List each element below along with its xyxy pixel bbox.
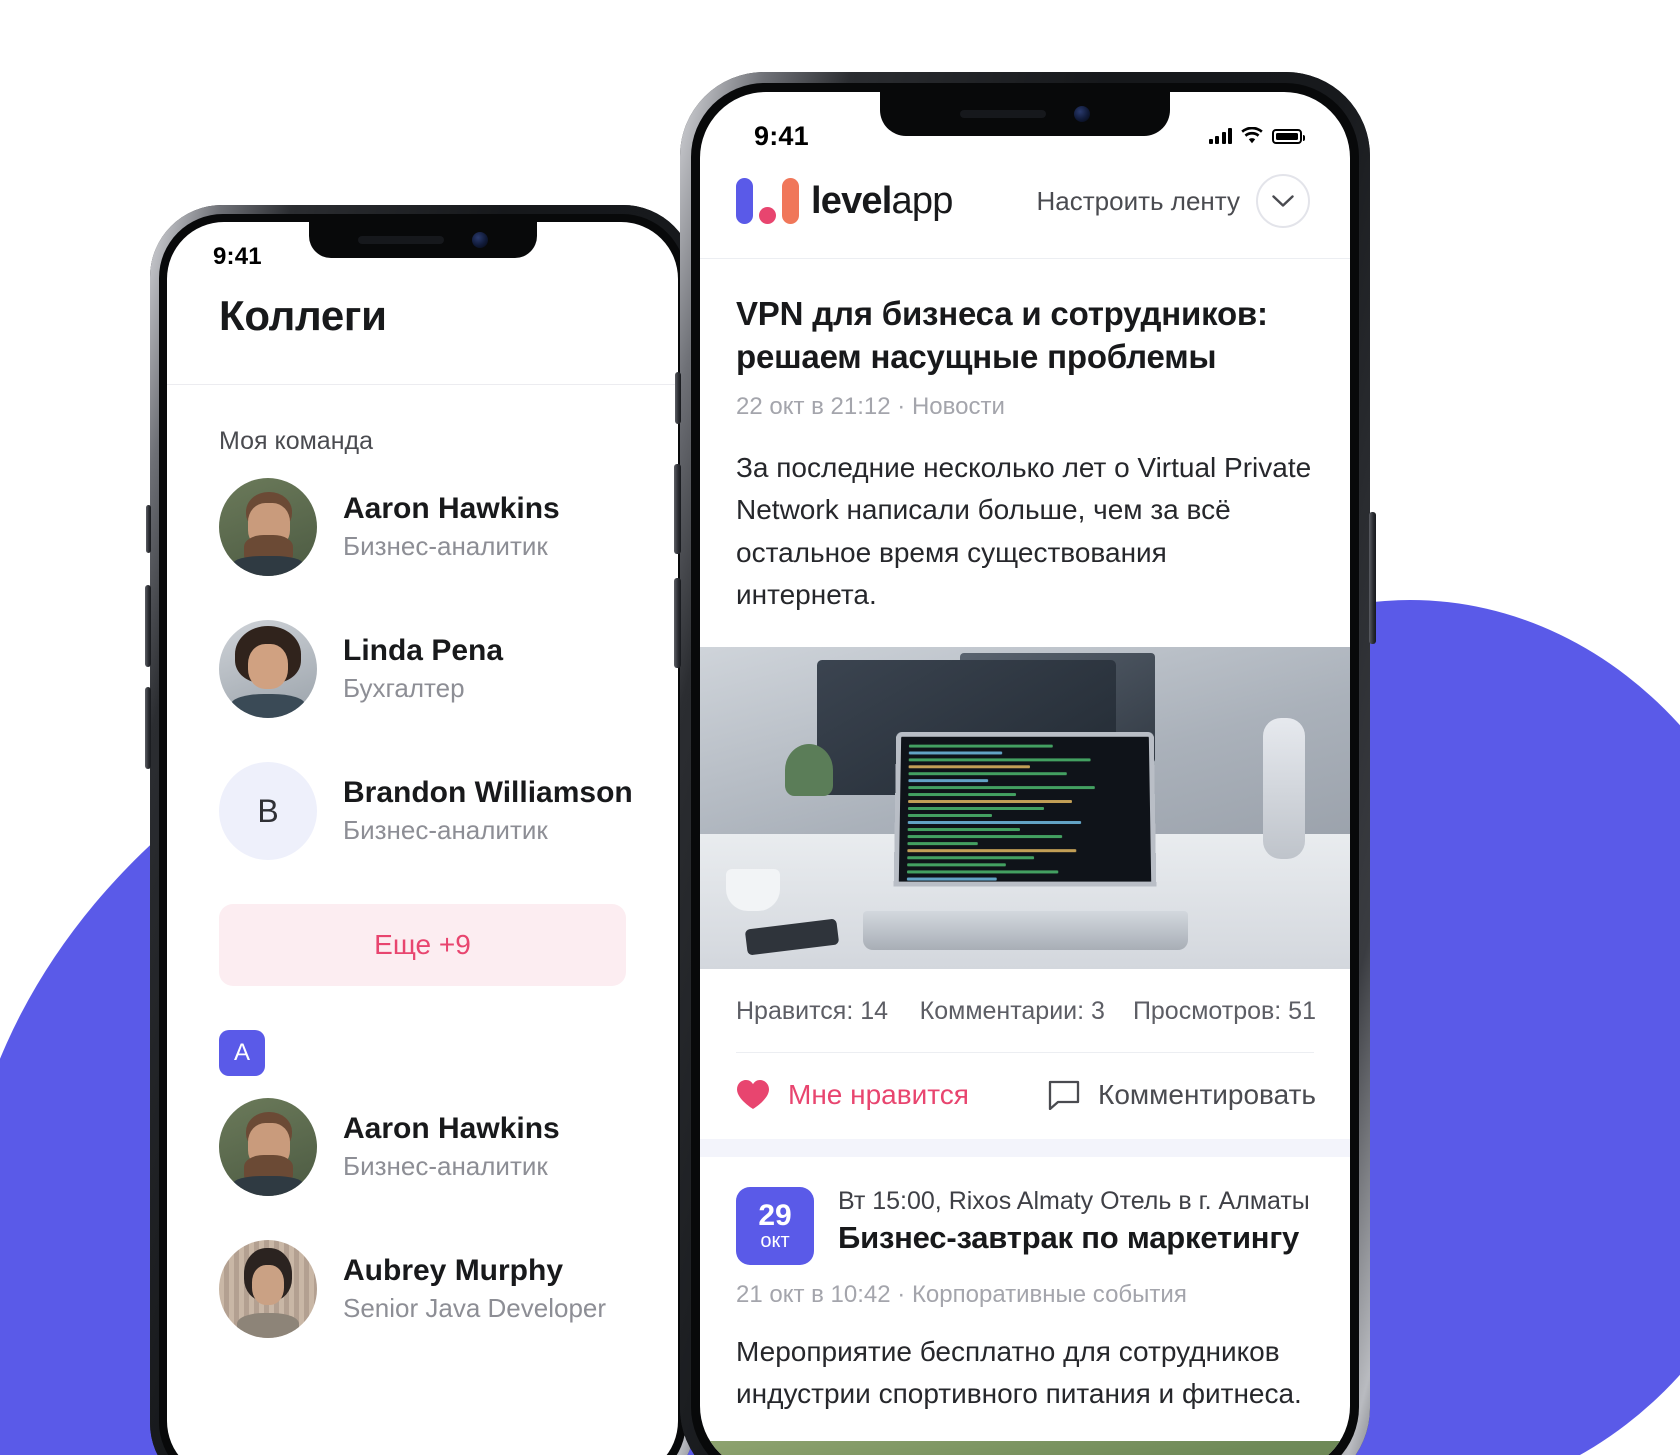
list-item[interactable]: B Brandon Williamson Бизнес-аналитик bbox=[167, 740, 678, 882]
contact-role: Senior Java Developer bbox=[343, 1293, 607, 1324]
contact-name: Brandon Williamson bbox=[343, 775, 633, 809]
logo-wordmark: levelapp bbox=[811, 180, 953, 223]
mute-switch[interactable] bbox=[675, 372, 681, 424]
event-title: Бизнес-завтрак по маркетингу bbox=[838, 1219, 1300, 1255]
contact-role: Бухгалтер bbox=[343, 673, 465, 704]
screen-left: 9:41 Коллеги Моя команда Aaron Hawkins Б… bbox=[167, 222, 678, 1455]
notch-left bbox=[308, 222, 537, 258]
power-button[interactable] bbox=[1369, 512, 1376, 644]
volume-down-button[interactable] bbox=[145, 687, 151, 769]
event-body: Мероприятие бесплатно для сотрудников ин… bbox=[736, 1335, 1302, 1409]
logo-bar-orange-icon bbox=[782, 178, 799, 224]
post-meta: 22 окт в 21:12 · Новости bbox=[736, 392, 1005, 420]
contact-name: Aaron Hawkins bbox=[343, 1111, 560, 1145]
avatar bbox=[219, 620, 317, 718]
event-meta: 21 окт в 10:42 · Корпоративные события bbox=[736, 1280, 1187, 1308]
list-item[interactable]: Aaron Hawkins Бизнес-аналитик bbox=[167, 1076, 678, 1218]
event-date-badge: 29 окт bbox=[736, 1186, 814, 1265]
section-label-my-team: Моя команда bbox=[219, 427, 374, 455]
feed-post-event[interactable]: 29 окт Вт 15:00, Rixos Almaty Отель в г.… bbox=[700, 1157, 1350, 1455]
volume-down-button[interactable] bbox=[674, 578, 681, 668]
volume-up-button[interactable] bbox=[145, 585, 151, 667]
earpiece-speaker bbox=[960, 110, 1046, 118]
comment-label: Комментировать bbox=[1098, 1078, 1316, 1110]
event-date-month: окт bbox=[760, 1230, 790, 1253]
volume-up-button[interactable] bbox=[674, 464, 681, 554]
contact-role: Бизнес-аналитик bbox=[343, 1151, 548, 1182]
mute-switch[interactable] bbox=[146, 505, 151, 553]
list-item[interactable]: Aubrey Murphy Senior Java Developer bbox=[167, 1218, 678, 1360]
front-camera bbox=[471, 232, 488, 248]
alphabet-section-badge: A bbox=[219, 1030, 265, 1076]
logo-text-bold: level bbox=[811, 179, 892, 222]
chevron-down-icon[interactable] bbox=[1256, 174, 1310, 228]
avatar bbox=[219, 478, 317, 576]
phone-device-right: 9:41 levelapp Настроить ленту VPN для би… bbox=[674, 72, 1376, 1455]
list-item[interactable]: Aaron Hawkins Бизнес-аналитик bbox=[167, 456, 678, 598]
front-camera bbox=[1074, 106, 1090, 122]
comment-bubble-icon bbox=[1048, 1080, 1080, 1110]
stat-views: Просмотров: 51 bbox=[1132, 996, 1316, 1025]
app-logo[interactable]: levelapp bbox=[736, 178, 953, 224]
notch-right bbox=[880, 92, 1170, 136]
heart-icon bbox=[737, 1080, 769, 1110]
show-more-button[interactable]: Еще +9 bbox=[219, 904, 626, 986]
post-title: VPN для бизнеса и сотрудников: решаем на… bbox=[736, 295, 1268, 375]
screen-right: 9:41 levelapp Настроить ленту VPN для би… bbox=[700, 92, 1350, 1455]
earpiece-speaker bbox=[357, 236, 444, 244]
like-label: Мне нравится bbox=[788, 1078, 969, 1110]
contact-role: Бизнес-аналитик bbox=[343, 815, 548, 846]
event-location: Вт 15:00, Rixos Almaty Отель в г. Алматы bbox=[838, 1186, 1310, 1215]
stat-likes: Нравится: 14 bbox=[736, 996, 889, 1025]
like-button[interactable]: Мне нравится bbox=[736, 1079, 1048, 1111]
configure-feed-button[interactable]: Настроить ленту bbox=[1037, 174, 1310, 228]
feed-post-article[interactable]: VPN для бизнеса и сотрудников: решаем на… bbox=[700, 259, 1350, 1139]
post-actions: Мне нравится Комментировать bbox=[700, 1053, 1350, 1139]
post-stats: Нравится: 14 Комментарии: 3 Просмотров: … bbox=[700, 969, 1350, 1052]
logo-bar-blue-icon bbox=[736, 178, 753, 224]
post-body: За последние несколько лет о Virtual Pri… bbox=[736, 451, 1312, 611]
avatar bbox=[219, 1098, 317, 1196]
avatar bbox=[219, 1240, 317, 1338]
event-date-day: 29 bbox=[758, 1198, 792, 1232]
avatar-initial: B bbox=[219, 762, 317, 860]
contact-role: Бизнес-аналитик bbox=[343, 531, 548, 562]
levelapp-logo-mark bbox=[736, 178, 799, 224]
contact-name: Aaron Hawkins bbox=[343, 491, 560, 525]
logo-dot-pink-icon bbox=[759, 207, 776, 224]
event-image bbox=[700, 1440, 1350, 1455]
event-header: 29 окт Вт 15:00, Rixos Almaty Отель в г.… bbox=[700, 1157, 1350, 1265]
phone-device-left: 9:41 Коллеги Моя команда Aaron Hawkins Б… bbox=[145, 205, 700, 1455]
contact-name: Aubrey Murphy bbox=[343, 1253, 564, 1287]
feed-separator bbox=[700, 1138, 1350, 1157]
stat-comments: Комментарии: 3 bbox=[919, 996, 1105, 1025]
list-item[interactable]: Linda Pena Бухгалтер bbox=[167, 598, 678, 740]
contact-name: Linda Pena bbox=[343, 633, 504, 667]
logo-text-light: app bbox=[891, 179, 954, 222]
comment-button[interactable]: Комментировать bbox=[1048, 1079, 1316, 1111]
configure-feed-label: Настроить ленту bbox=[1036, 185, 1240, 216]
post-image bbox=[700, 646, 1350, 969]
